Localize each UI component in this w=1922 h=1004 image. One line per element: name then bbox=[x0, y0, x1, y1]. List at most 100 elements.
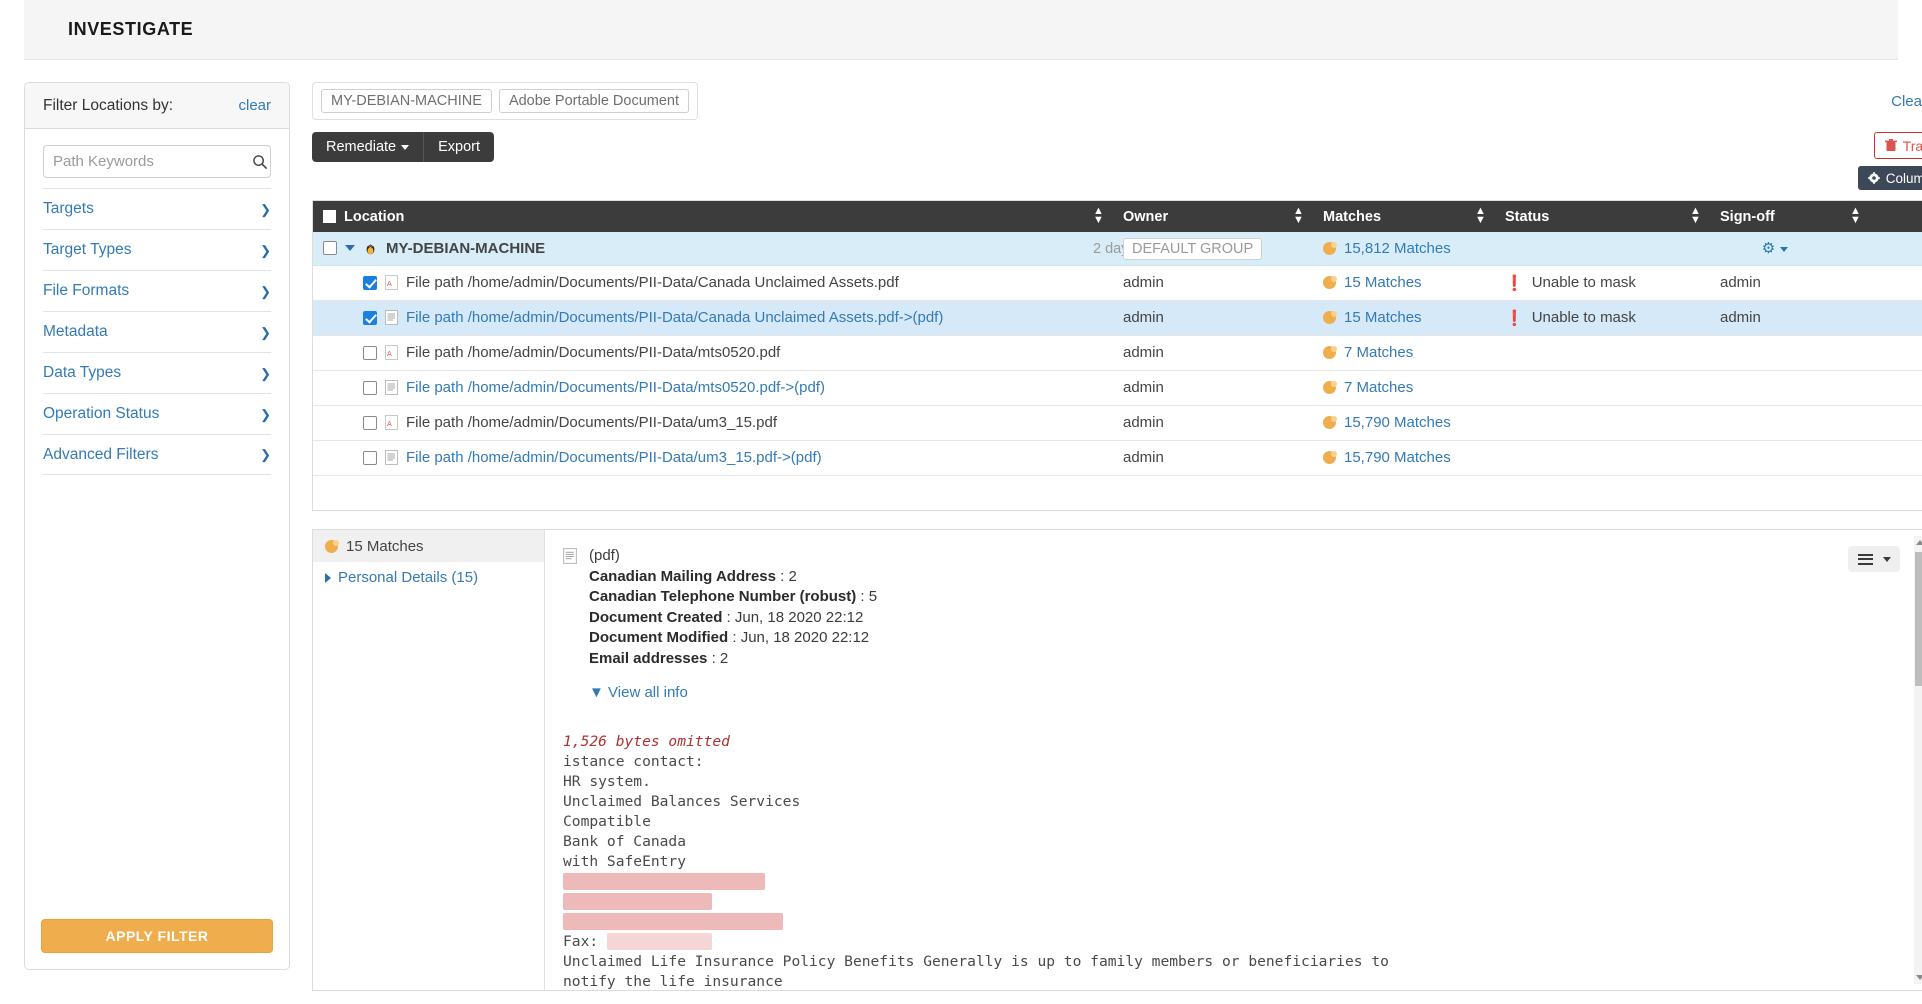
filler-cell bbox=[1283, 475, 1313, 510]
row-matches-link[interactable]: 7 Matches bbox=[1344, 379, 1413, 396]
row-checkbox[interactable] bbox=[363, 451, 377, 465]
match-dot-icon bbox=[1323, 346, 1336, 359]
row-status-cell bbox=[1495, 335, 1680, 370]
row-location-cell: A File path /home/admin/Documents/PII-Da… bbox=[313, 405, 1083, 440]
preview-line: Unclaimed Balances Services bbox=[563, 793, 800, 810]
row-owner-spacer bbox=[1283, 265, 1313, 300]
row-location-link[interactable]: File path /home/admin/Documents/PII-Data… bbox=[406, 309, 943, 326]
sidebar-item-targets[interactable]: Targets ❯ bbox=[43, 188, 271, 229]
trash-button[interactable]: Trash bbox=[1874, 132, 1922, 159]
preview-line: istance contact: bbox=[563, 753, 704, 770]
table-row[interactable]: File path /home/admin/Documents/PII-Data… bbox=[313, 440, 1922, 475]
chevron-down-icon bbox=[401, 145, 409, 150]
view-all-info-link[interactable]: ▼ View all info bbox=[589, 683, 688, 704]
clear-all-link[interactable]: Clear All bbox=[1891, 93, 1922, 110]
sidebar-item-metadata[interactable]: Metadata ❯ bbox=[43, 311, 271, 352]
sidebar-item-advanced-filters[interactable]: Advanced Filters ❯ bbox=[43, 434, 271, 475]
clear-filters-link[interactable]: clear bbox=[238, 97, 271, 114]
redacted-text bbox=[607, 933, 712, 950]
column-header-matches[interactable]: Matches bbox=[1313, 201, 1465, 232]
row-owner-spacer bbox=[1283, 335, 1313, 370]
sort-matches[interactable]: ▲▼ bbox=[1465, 201, 1495, 232]
column-header-location[interactable]: Location bbox=[313, 201, 1083, 232]
sidebar-item-data-types[interactable]: Data Types ❯ bbox=[43, 352, 271, 393]
row-matches-link[interactable]: 15,790 Matches bbox=[1344, 449, 1451, 466]
row-signoff-spacer bbox=[1840, 265, 1870, 300]
detail-file-type: (pdf) bbox=[589, 546, 877, 567]
row-signoff-cell: admin bbox=[1710, 265, 1840, 300]
row-matches-link[interactable]: 15 Matches bbox=[1344, 274, 1422, 291]
sidebar-item-file-formats[interactable]: File Formats ❯ bbox=[43, 270, 271, 311]
row-matches-spacer bbox=[1465, 440, 1495, 475]
column-label-owner: Owner bbox=[1123, 209, 1168, 225]
group-owner-spacer bbox=[1283, 232, 1313, 265]
path-keywords-input[interactable] bbox=[53, 153, 252, 170]
group-owner-cell: DEFAULT GROUP bbox=[1113, 232, 1283, 265]
row-location-link[interactable]: File path /home/admin/Documents/PII-Data… bbox=[406, 379, 825, 396]
row-matches-cell: 15,790 Matches bbox=[1313, 440, 1465, 475]
row-signoff-cell bbox=[1710, 370, 1840, 405]
sort-owner[interactable]: ▲▼ bbox=[1283, 201, 1313, 232]
table-row[interactable]: A File path /home/admin/Documents/PII-Da… bbox=[313, 405, 1922, 440]
row-matches-link[interactable]: 15,790 Matches bbox=[1344, 414, 1451, 431]
group-matches-link[interactable]: 15,812 Matches bbox=[1344, 240, 1451, 257]
scrollbar-thumb[interactable] bbox=[1915, 552, 1922, 686]
row-location-link[interactable]: File path /home/admin/Documents/PII-Data… bbox=[406, 449, 822, 466]
chevron-down-icon bbox=[1780, 247, 1788, 252]
filter-chip-format[interactable]: Adobe Portable Document bbox=[499, 89, 689, 113]
export-button[interactable]: Export bbox=[423, 132, 494, 162]
group-row-checkbox[interactable] bbox=[323, 241, 337, 255]
row-matches-cell: 15,790 Matches bbox=[1313, 405, 1465, 440]
expand-right-icon[interactable] bbox=[325, 573, 331, 583]
pdf-file-icon: A bbox=[385, 415, 398, 430]
columns-button[interactable]: Columns bbox=[1858, 166, 1922, 190]
sort-location[interactable]: ▲▼ bbox=[1083, 201, 1113, 232]
expand-collapse-icon[interactable] bbox=[345, 245, 355, 251]
sort-signoff[interactable]: ▲▼ bbox=[1840, 201, 1870, 232]
remediate-button[interactable]: Remediate bbox=[312, 132, 423, 162]
column-header-signoff[interactable]: Sign-off bbox=[1710, 201, 1840, 232]
row-matches-spacer bbox=[1465, 370, 1495, 405]
detail-match-tree: 15 Matches Personal Details (15) bbox=[313, 530, 545, 990]
table-row[interactable]: A File path /home/admin/Documents/PII-Da… bbox=[313, 335, 1922, 370]
sidebar-item-target-types[interactable]: Target Types ❯ bbox=[43, 229, 271, 270]
row-matches-spacer bbox=[1465, 405, 1495, 440]
table-row[interactable]: File path /home/admin/Documents/PII-Data… bbox=[313, 370, 1922, 405]
sort-status[interactable]: ▲▼ bbox=[1680, 201, 1710, 232]
detail-meta-sep: : bbox=[856, 588, 869, 605]
row-matches-link[interactable]: 15 Matches bbox=[1344, 309, 1422, 326]
detail-tree-item-personal-details[interactable]: Personal Details (15) bbox=[313, 562, 544, 593]
row-checkbox[interactable] bbox=[363, 381, 377, 395]
detail-meta-row: Canadian Telephone Number (robust) : 5 bbox=[589, 587, 877, 608]
path-search-box[interactable] bbox=[43, 145, 271, 178]
detail-meta-sep: : bbox=[722, 609, 735, 626]
row-checkbox[interactable] bbox=[363, 346, 377, 360]
table-row[interactable]: File path /home/admin/Documents/PII-Data… bbox=[313, 300, 1922, 335]
scroll-up-arrow-icon[interactable] bbox=[1916, 540, 1922, 545]
row-settings-gear-icon[interactable]: ⚙ bbox=[1762, 240, 1788, 257]
column-header-owner[interactable]: Owner bbox=[1113, 201, 1283, 232]
row-owner-spacer bbox=[1283, 440, 1313, 475]
table-row[interactable]: A File path /home/admin/Documents/PII-Da… bbox=[313, 265, 1922, 300]
detail-vertical-scrollbar[interactable] bbox=[1914, 536, 1922, 984]
group-age-cell: 2 days ago bbox=[1083, 232, 1113, 265]
row-checkbox[interactable] bbox=[363, 311, 377, 325]
select-all-checkbox[interactable] bbox=[323, 210, 336, 223]
app-header: INVESTIGATE bbox=[24, 0, 1898, 60]
column-header-status[interactable]: Status bbox=[1495, 201, 1680, 232]
row-checkbox[interactable] bbox=[363, 276, 377, 290]
scroll-down-arrow-icon[interactable] bbox=[1916, 975, 1922, 980]
row-matches-cell: 7 Matches bbox=[1313, 370, 1465, 405]
text-file-icon bbox=[385, 450, 398, 465]
row-checkbox[interactable] bbox=[363, 416, 377, 430]
filter-chip-target[interactable]: MY-DEBIAN-MACHINE bbox=[321, 89, 492, 113]
apply-filter-button[interactable]: APPLY FILTER bbox=[41, 919, 273, 953]
detail-menu-button[interactable] bbox=[1848, 546, 1900, 572]
row-matches-link[interactable]: 7 Matches bbox=[1344, 344, 1413, 361]
table-group-row[interactable]: MY-DEBIAN-MACHINE 2 days ago DEFAULT GRO… bbox=[313, 232, 1922, 265]
detail-meta-sep: : bbox=[728, 629, 741, 646]
group-owner-badge: DEFAULT GROUP bbox=[1123, 238, 1262, 260]
detail-meta-sep: : bbox=[707, 650, 720, 667]
sidebar-item-label: Operation Status bbox=[43, 405, 159, 423]
sidebar-item-operation-status[interactable]: Operation Status ❯ bbox=[43, 393, 271, 434]
